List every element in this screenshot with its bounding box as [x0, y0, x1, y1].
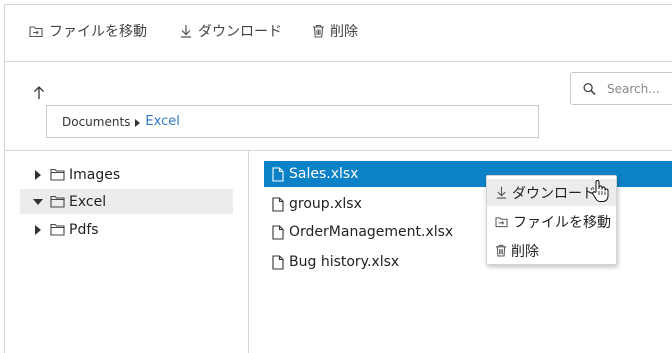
caret-right-icon[interactable] — [30, 224, 46, 235]
search-icon — [583, 82, 596, 95]
file-icon — [272, 224, 284, 240]
download-label: ダウンロード — [198, 24, 282, 40]
file-name: group.xlsx — [289, 196, 362, 212]
breadcrumb-item-excel[interactable]: Excel — [145, 114, 179, 129]
context-menu-label: ファイルを移動 — [513, 214, 611, 231]
file-icon — [272, 166, 284, 182]
search-box[interactable] — [570, 72, 672, 105]
folder-icon — [50, 168, 65, 181]
tree-item-excel[interactable]: Excel — [20, 189, 233, 214]
tree-item-label: Pdfs — [69, 221, 99, 238]
download-icon — [181, 25, 191, 38]
folder-icon — [50, 195, 65, 208]
tree-item-pdfs[interactable]: Pdfs — [20, 217, 233, 242]
context-menu-label: 削除 — [511, 243, 539, 260]
file-name: Sales.xlsx — [289, 166, 359, 182]
trash-icon — [495, 244, 507, 257]
move-file-button[interactable]: ファイルを移動 — [29, 21, 147, 41]
caret-down-icon[interactable] — [30, 198, 46, 205]
folder-icon — [50, 223, 65, 236]
download-icon — [496, 186, 507, 199]
file-name: Bug history.xlsx — [289, 254, 400, 270]
trash-icon — [313, 24, 324, 38]
file-icon — [272, 196, 284, 212]
breadcrumb: Documents Excel — [46, 105, 539, 138]
tree-item-label: Images — [69, 166, 121, 183]
context-menu-move-file[interactable]: ファイルを移動 — [487, 208, 616, 235]
breadcrumb-separator-icon — [135, 118, 141, 127]
arrow-up-icon[interactable] — [32, 84, 46, 100]
folder-move-icon — [495, 216, 508, 227]
breadcrumb-item-documents[interactable]: Documents — [62, 115, 130, 129]
delete-button[interactable]: 削除 — [312, 21, 358, 41]
context-menu-delete[interactable]: 削除 — [487, 237, 616, 264]
move-file-label: ファイルを移動 — [49, 24, 147, 40]
tree-item-label: Excel — [69, 193, 107, 210]
file-name: OrderManagement.xlsx — [289, 224, 454, 240]
tree-item-images[interactable]: Images — [20, 162, 233, 187]
search-input[interactable] — [605, 80, 672, 97]
download-button[interactable]: ダウンロード — [179, 21, 282, 41]
file-icon — [272, 254, 284, 270]
context-menu-label: ダウンロード — [512, 185, 596, 202]
folder-move-icon — [29, 25, 43, 37]
hand-cursor-icon — [592, 180, 609, 202]
delete-label: 削除 — [330, 24, 358, 40]
caret-right-icon[interactable] — [30, 169, 46, 180]
